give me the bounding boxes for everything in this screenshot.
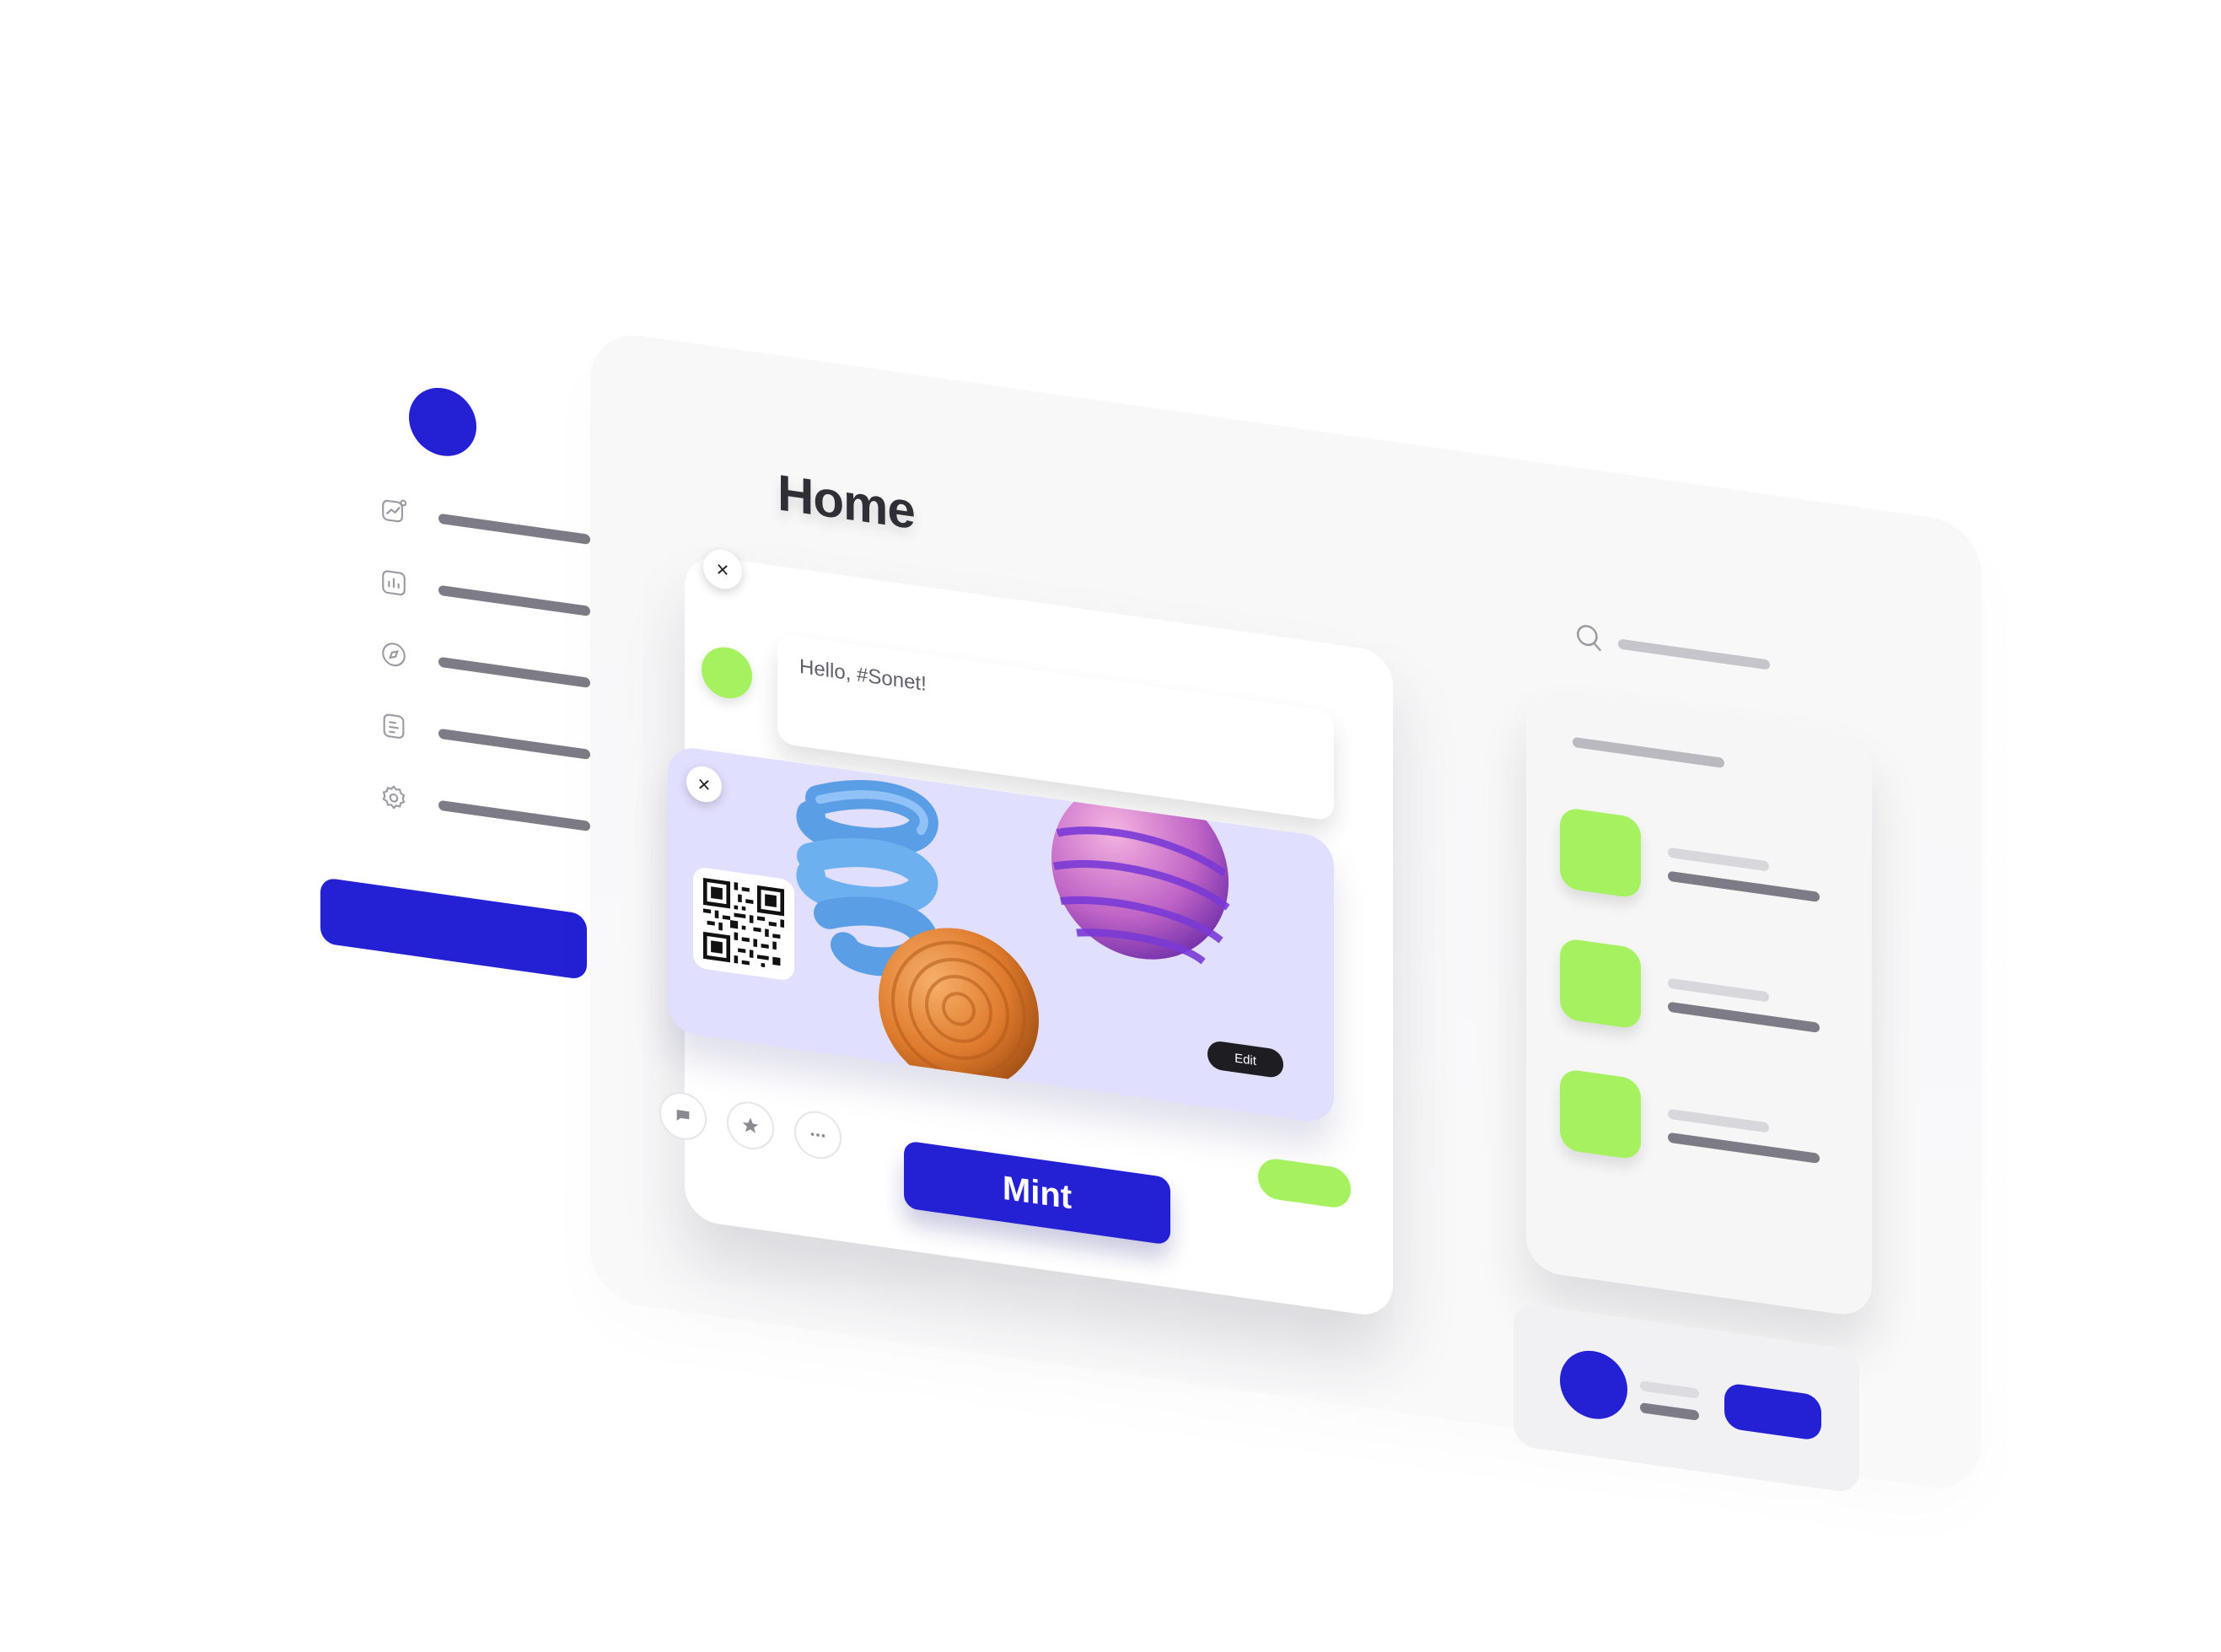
close-post-button[interactable]: ×	[703, 546, 742, 592]
secondary-action-button[interactable]	[1258, 1156, 1351, 1210]
list-item[interactable]	[1560, 937, 1847, 1063]
list-item[interactable]	[1560, 806, 1847, 932]
more-button[interactable]	[794, 1108, 842, 1162]
search-bar[interactable]	[1573, 619, 1792, 684]
trending-chart-icon	[379, 495, 408, 528]
list-item-title	[1668, 1001, 1820, 1033]
bar-chart-icon	[379, 567, 408, 600]
sidebar-item-trends[interactable]	[379, 493, 616, 560]
sidebar-primary-button[interactable]	[320, 877, 587, 981]
profile-subtitle	[1640, 1380, 1699, 1399]
profile-name	[1640, 1402, 1699, 1421]
list-item-title	[1668, 1132, 1820, 1164]
star-icon	[742, 1117, 759, 1133]
suggestions-card	[1526, 688, 1872, 1319]
sidebar-item-label	[438, 656, 590, 688]
qr-code-icon	[703, 877, 784, 968]
qr-code[interactable]	[693, 866, 794, 982]
sidebar-item-label	[438, 799, 590, 831]
profile-action-button[interactable]	[1724, 1382, 1821, 1442]
scene: Home × Hello, #Sonet! × Edit Mint	[0, 0, 2221, 1652]
sidebar-item-label	[438, 584, 590, 616]
close-icon: ×	[716, 555, 729, 584]
app-logo[interactable]	[409, 383, 476, 461]
avatar[interactable]	[1560, 1346, 1627, 1423]
list-item-subtitle	[1668, 1108, 1769, 1133]
list-item[interactable]	[1560, 1068, 1847, 1193]
sidebar-item-explore[interactable]	[379, 637, 616, 703]
list-item-thumbnail	[1560, 1068, 1641, 1161]
page-title: Home	[777, 464, 915, 541]
sidebar-item-stats[interactable]	[379, 565, 616, 632]
list-item-title	[1668, 870, 1820, 902]
list-item-subtitle	[1668, 847, 1769, 872]
list-item-thumbnail	[1560, 937, 1641, 1030]
sidebar-item-documents[interactable]	[379, 708, 616, 775]
post-card: × Hello, #Sonet! × Edit Mint	[659, 546, 1393, 1319]
more-icon	[810, 1133, 825, 1138]
comment-button[interactable]	[659, 1089, 707, 1143]
favorite-button[interactable]	[727, 1098, 774, 1153]
gear-icon	[379, 782, 408, 815]
list-item-subtitle	[1668, 977, 1769, 1003]
sidebar-item-label	[438, 728, 590, 760]
card-heading	[1573, 736, 1724, 769]
compass-icon	[379, 638, 408, 671]
main-panel: Home × Hello, #Sonet! × Edit Mint	[590, 329, 1982, 1494]
sidebar-item-label	[438, 513, 590, 545]
mint-button[interactable]: Mint	[904, 1140, 1170, 1246]
sidebar-item-settings[interactable]	[379, 780, 616, 847]
search-input[interactable]	[1618, 638, 1770, 670]
compose-text: Hello, #Sonet!	[799, 654, 927, 697]
document-icon	[379, 710, 408, 743]
profile-card	[1514, 1301, 1859, 1494]
comment-icon	[676, 1110, 690, 1121]
list-item-thumbnail	[1560, 806, 1641, 900]
search-icon	[1577, 625, 1602, 652]
avatar[interactable]	[702, 643, 752, 702]
